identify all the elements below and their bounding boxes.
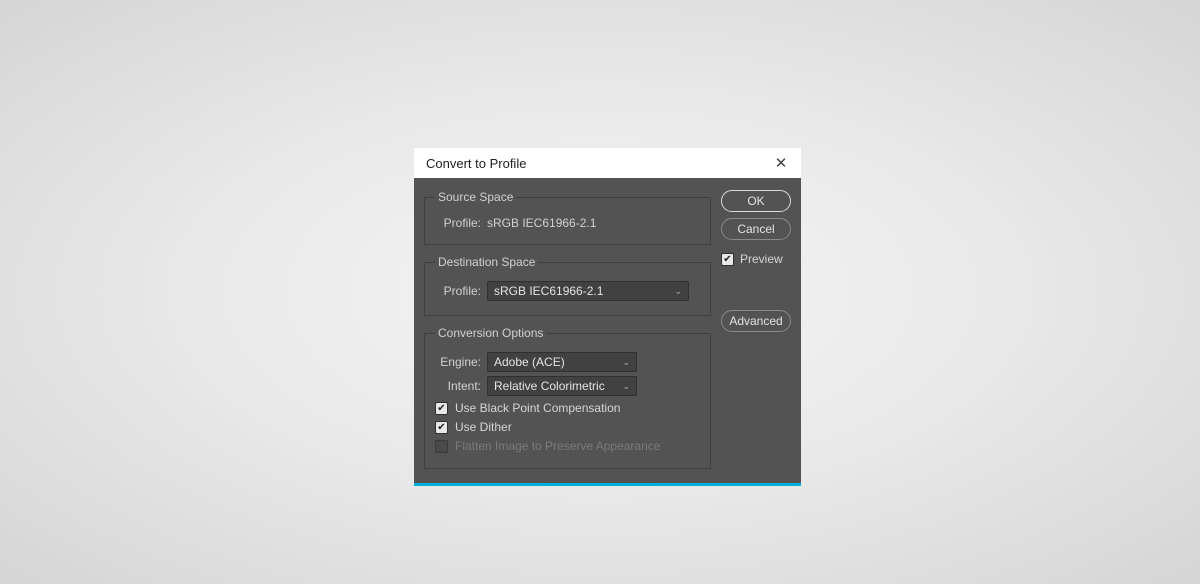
destination-profile-dropdown[interactable]: sRGB IEC61966-2.1 ⌄	[487, 281, 689, 301]
chevron-down-icon: ⌄	[674, 286, 682, 297]
dialog-title: Convert to Profile	[426, 156, 526, 171]
destination-profile-label: Profile:	[435, 284, 481, 298]
chevron-down-icon: ⌄	[622, 357, 630, 368]
source-profile-label: Profile:	[435, 216, 481, 230]
preview-row[interactable]: ✔ Preview	[721, 252, 791, 266]
preview-label: Preview	[740, 252, 783, 266]
source-space-group: Source Space Profile: sRGB IEC61966-2.1	[424, 190, 711, 245]
left-column: Source Space Profile: sRGB IEC61966-2.1 …	[424, 190, 711, 469]
flatten-row: Flatten Image to Preserve Appearance	[435, 439, 700, 453]
close-icon[interactable]: ✕	[771, 154, 791, 172]
cancel-button[interactable]: Cancel	[721, 218, 791, 240]
dither-row[interactable]: ✔ Use Dither	[435, 420, 700, 434]
flatten-label: Flatten Image to Preserve Appearance	[455, 439, 660, 453]
dither-checkbox[interactable]: ✔	[435, 421, 448, 434]
intent-label: Intent:	[435, 379, 481, 393]
engine-value: Adobe (ACE)	[494, 355, 565, 369]
advanced-button[interactable]: Advanced	[721, 310, 791, 332]
source-space-legend: Source Space	[435, 190, 516, 204]
engine-dropdown[interactable]: Adobe (ACE) ⌄	[487, 352, 637, 372]
preview-checkbox[interactable]: ✔	[721, 253, 734, 266]
dither-label: Use Dither	[455, 420, 512, 434]
engine-label: Engine:	[435, 355, 481, 369]
flatten-checkbox	[435, 440, 448, 453]
bpc-row[interactable]: ✔ Use Black Point Compensation	[435, 401, 700, 415]
bpc-label: Use Black Point Compensation	[455, 401, 620, 415]
intent-value: Relative Colorimetric	[494, 379, 605, 393]
dialog-body: Source Space Profile: sRGB IEC61966-2.1 …	[414, 178, 801, 483]
destination-space-legend: Destination Space	[435, 255, 538, 269]
chevron-down-icon: ⌄	[622, 381, 630, 392]
destination-space-group: Destination Space Profile: sRGB IEC61966…	[424, 255, 711, 316]
titlebar: Convert to Profile ✕	[414, 148, 801, 178]
source-profile-value: sRGB IEC61966-2.1	[487, 216, 596, 230]
ok-button[interactable]: OK	[721, 190, 791, 212]
bpc-checkbox[interactable]: ✔	[435, 402, 448, 415]
right-column: OK Cancel ✔ Preview Advanced	[721, 190, 791, 469]
destination-profile-value: sRGB IEC61966-2.1	[494, 284, 603, 298]
conversion-options-legend: Conversion Options	[435, 326, 546, 340]
convert-to-profile-dialog: Convert to Profile ✕ Source Space Profil…	[414, 148, 801, 486]
intent-dropdown[interactable]: Relative Colorimetric ⌄	[487, 376, 637, 396]
conversion-options-group: Conversion Options Engine: Adobe (ACE) ⌄…	[424, 326, 711, 469]
